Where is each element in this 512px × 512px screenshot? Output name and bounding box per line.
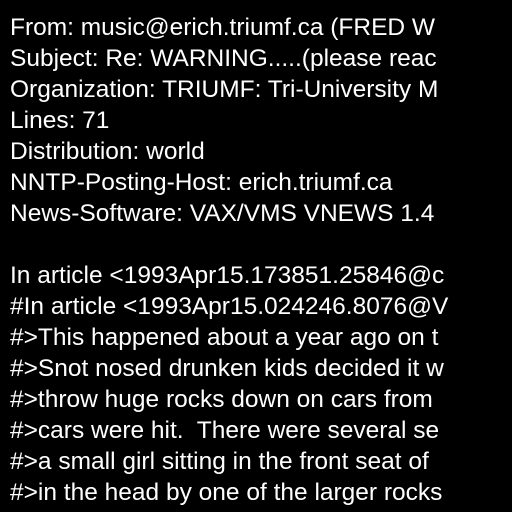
body-line: #In article <1993Apr15.024246.8076@V — [10, 293, 449, 320]
body-line: #>throw huge rocks down on cars from — [10, 386, 433, 413]
header-organization: Organization: TRIUMF: Tri-University M — [10, 76, 439, 103]
message-text-area: From: music@erich.triumf.ca (FRED W Subj… — [10, 12, 512, 512]
body-line: #>a small girl sitting in the front seat… — [10, 448, 429, 475]
header-from: From: music@erich.triumf.ca (FRED W — [10, 14, 436, 41]
body-line: #>cars were hit. There were several se — [10, 417, 440, 444]
body-line: #>Snot nosed drunken kids decided it w — [10, 355, 444, 382]
header-news-software: News-Software: VAX/VMS VNEWS 1.4 — [10, 200, 435, 227]
header-subject: Subject: Re: WARNING.....(please reac — [10, 45, 437, 72]
header-distribution: Distribution: world — [10, 138, 205, 165]
header-lines: Lines: 71 — [10, 107, 110, 134]
body-line: In article <1993Apr15.173851.25846@c — [10, 262, 445, 289]
body-line: #>in the head by one of the larger rocks — [10, 479, 443, 506]
body-line: #>This happened about a year ago on t — [10, 324, 439, 351]
header-nntp-host: NNTP-Posting-Host: erich.triumf.ca — [10, 169, 393, 196]
